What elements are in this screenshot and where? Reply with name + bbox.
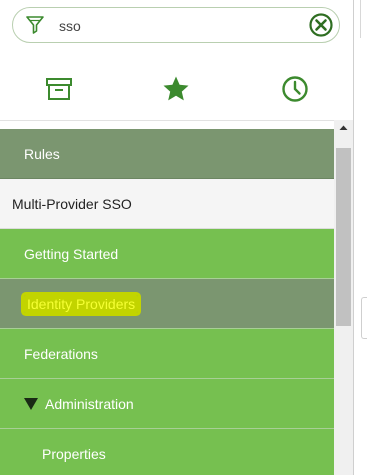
tree-item-label: Federations xyxy=(24,345,98,362)
tree-item-label: Rules xyxy=(24,145,60,162)
filter-icon xyxy=(26,16,44,34)
clear-search-icon[interactable] xyxy=(309,13,333,37)
search-box[interactable] xyxy=(12,7,340,43)
panel-divider xyxy=(360,0,361,38)
view-tabs xyxy=(0,60,355,121)
tree-item-federations[interactable]: Federations xyxy=(0,329,334,379)
search-bar xyxy=(0,0,355,56)
search-input[interactable] xyxy=(59,15,309,37)
tree-item-label: Multi-Provider SSO xyxy=(12,195,132,212)
expand-triangle-icon[interactable] xyxy=(24,397,38,410)
tree-item-identity-providers[interactable]: Identity Providers xyxy=(0,279,334,329)
adjacent-panel-edge xyxy=(353,0,367,475)
tree-item-getting-started[interactable]: Getting Started xyxy=(0,229,334,279)
clock-icon[interactable] xyxy=(280,74,310,104)
tree-item-multi-provider-sso[interactable]: Multi-Provider SSO xyxy=(0,179,334,229)
tree-item-administration[interactable]: Administration xyxy=(0,379,334,429)
tree-item-rules[interactable]: Rules xyxy=(0,129,334,179)
archive-icon[interactable] xyxy=(44,74,74,104)
tree-item-properties[interactable]: Properties xyxy=(0,429,334,475)
tree-item-label: Identity Providers xyxy=(24,294,139,313)
tree-item-label: Properties xyxy=(42,445,106,462)
panel-collapse-handle[interactable] xyxy=(361,297,367,339)
scroll-up-arrow-icon[interactable] xyxy=(334,120,353,136)
star-icon[interactable] xyxy=(161,74,191,104)
navigation-tree: Rules Multi-Provider SSO Getting Started… xyxy=(0,129,334,475)
tree-item-label: Administration xyxy=(45,395,134,412)
scrollbar-thumb[interactable] xyxy=(336,148,351,326)
tree-scrollbar[interactable] xyxy=(334,120,353,475)
tree-item-label: Getting Started xyxy=(24,245,119,262)
